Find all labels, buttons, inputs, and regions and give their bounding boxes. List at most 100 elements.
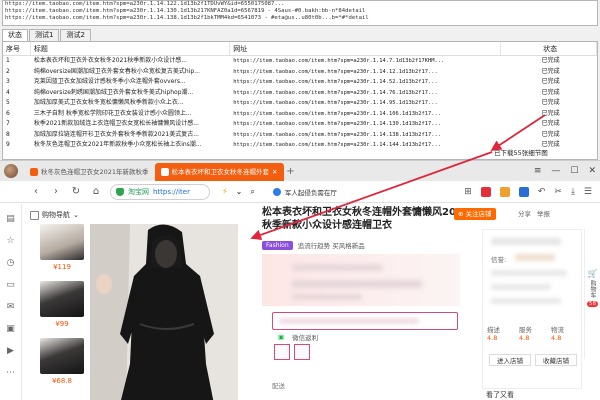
- address-bar[interactable]: 淘宝网 https://iter: [110, 183, 210, 200]
- star-icon[interactable]: ☆: [6, 236, 14, 246]
- row-title: 秋季2021新款加绒连上衣连帽卫衣女宽松长袖慵懒风设计感...: [33, 120, 199, 127]
- menu-dots-icon[interactable]: ☰: [584, 187, 592, 197]
- table-row[interactable]: 6 三木子自制 秋季宽松学院印花卫衣女装设计感小众圆领上... https://it…: [3, 109, 597, 120]
- product-main-image[interactable]: [90, 224, 238, 400]
- metric-label: 服务: [519, 326, 532, 334]
- close-icon[interactable]: ✕: [272, 163, 277, 181]
- news-ticker[interactable]: 军人起侵负需在厅: [272, 187, 337, 197]
- cart-count-badge: 58: [587, 301, 598, 307]
- results-table: 序号 标题 网址 状态 1 松本表衣坏和卫衣外衣女秋冬2021秋季新款小众设计感.…: [2, 41, 598, 160]
- grid-icon[interactable]: ⊞: [464, 187, 472, 197]
- row-index: 3: [6, 78, 10, 85]
- table-row[interactable]: 3 克莱因蓝卫衣女加绒设计感秋冬季小众连帽外套ovvers... https://i…: [3, 77, 597, 88]
- minimize-button[interactable]: —: [551, 166, 560, 176]
- row-status: 已完成: [541, 130, 560, 138]
- row-url: https://item.taobao.com/item.htm?spm=a23…: [233, 142, 441, 148]
- table-row[interactable]: 8 加绒加厚拉链连帽开衫卫衣女外套秋冬季新款2021美式复古... https://…: [3, 130, 597, 141]
- browser-tab-active[interactable]: 松本表衣坏和卫衣女秋冬连帽外套 ✕: [154, 163, 284, 181]
- site-brand-label: 淘宝网: [128, 187, 149, 196]
- menu-icon[interactable]: ≡: [534, 166, 542, 176]
- chevron-down-icon[interactable]: ⌄: [236, 187, 243, 196]
- scissors-icon[interactable]: ✂: [554, 187, 562, 197]
- tab-test2[interactable]: 测试2: [60, 29, 91, 41]
- new-tab-button[interactable]: +: [284, 166, 298, 177]
- row-status: 已完成: [541, 67, 560, 75]
- table-header: 序号 标题 网址 状态: [3, 42, 597, 56]
- undo-icon[interactable]: ↶: [538, 187, 546, 197]
- history-icon[interactable]: ◷: [7, 258, 15, 268]
- wechat-icon: ▣: [278, 333, 285, 341]
- recommend-thumbnail[interactable]: [40, 338, 84, 374]
- close-window-button[interactable]: ✕: [588, 166, 596, 176]
- download-icon[interactable]: ⤓: [571, 187, 575, 197]
- home-icon[interactable]: ⌂: [90, 186, 102, 197]
- note-icon[interactable]: ▭: [6, 280, 15, 290]
- extension-blue-icon[interactable]: [518, 186, 529, 197]
- favorite-shop-button[interactable]: 收藏店铺: [535, 354, 577, 366]
- back-icon[interactable]: ‹: [30, 186, 42, 197]
- sku-option[interactable]: [294, 344, 310, 360]
- lightning-icon[interactable]: ⚡: [222, 187, 228, 196]
- live-icon[interactable]: ▶: [7, 346, 14, 356]
- blurred-shop-detail: [491, 298, 561, 304]
- sku-option[interactable]: [274, 344, 290, 360]
- log-output: https://item.taobao.com/item.htm?spm=a23…: [2, 0, 598, 26]
- extension-red-icon[interactable]: [480, 186, 491, 197]
- metric-value: 4.8: [487, 334, 498, 342]
- fashion-trend-banner[interactable]: Fashion 追流行趋势 买风格新品: [262, 240, 365, 250]
- column-header-url[interactable]: 网址: [230, 42, 502, 55]
- table-row[interactable]: 7 秋季2021新款加绒连上衣连帽卫衣女宽松长袖慵懒风设计感... https://…: [3, 119, 597, 130]
- blurred-coupon-text: [279, 318, 419, 324]
- column-header-title[interactable]: 标题: [31, 42, 231, 55]
- report-link[interactable]: 举报: [537, 208, 550, 218]
- bag-icon: [30, 210, 39, 220]
- column-header-status[interactable]: 状态: [501, 42, 597, 55]
- mail-icon[interactable]: ✉: [7, 302, 15, 312]
- row-url: https://item.taobao.com/item.htm?spm=a23…: [233, 131, 441, 138]
- table-row[interactable]: 5 加绒加厚美式卫衣女秋冬宽松慵懒风秋季新款小众上衣... https://item…: [3, 98, 597, 109]
- recommend-thumbnail[interactable]: [40, 281, 84, 317]
- table-row[interactable]: 4 纯棉oversize刺绣国潮加绒卫衣外套女秋冬美式hiphop潮... http…: [3, 88, 597, 99]
- cart-sidebar[interactable]: 🛒 购物车 58: [584, 229, 600, 359]
- taobao-favicon-icon: [160, 168, 169, 176]
- log-line: https://item.taobao.com/item.htm?spm=a23…: [5, 8, 366, 14]
- news-text: 军人起侵负需在厅: [284, 188, 337, 197]
- row-title: 秋冬灰色连帽卫衣女2021年新款秋季小众宽松长袖上衣ins潮...: [33, 141, 202, 148]
- follow-shop-button[interactable]: ⊕ 关注店铺: [454, 208, 496, 220]
- metric-label: 物流: [551, 326, 564, 334]
- coupon-selector[interactable]: [272, 312, 458, 330]
- table-row[interactable]: 2 纯棉oversize国潮加绒卫衣外套女春秋小众宽松复古美式hip... http…: [3, 67, 597, 78]
- browser-tab[interactable]: 秋冬灰色连帽卫衣女2021年新款秋季: [24, 163, 155, 181]
- address-icons: ⚡ ⌄ ⌕: [222, 187, 255, 197]
- column-header-index[interactable]: 序号: [3, 42, 31, 55]
- avatar[interactable]: [4, 164, 18, 178]
- chevron-down-icon: ⌄: [73, 211, 79, 219]
- row-url: https://item.taobao.com/item.htm?spm=a23…: [233, 110, 441, 117]
- forward-icon[interactable]: ›: [50, 186, 62, 197]
- row-index: 9: [6, 141, 10, 148]
- shopping-guide[interactable]: 购物导航 ⌄: [30, 210, 79, 220]
- refresh-icon[interactable]: ↻: [70, 186, 82, 197]
- enter-shop-button[interactable]: 进入店铺: [489, 354, 531, 366]
- tab-status[interactable]: 状态: [2, 29, 28, 41]
- row-url: https://item.taobao.com/item.htm?spm=a23…: [233, 100, 438, 106]
- reader-icon[interactable]: ▤: [6, 214, 15, 224]
- wechat-label: 微信返利: [292, 334, 319, 342]
- wechat-rebate[interactable]: ▣ 微信返利: [278, 332, 318, 342]
- search-icon[interactable]: ⌕: [250, 187, 254, 197]
- row-title: 加绒加厚拉链连帽开衫卫衣女外套秋冬季新款2021美式复古...: [33, 130, 199, 138]
- tab-test1[interactable]: 测试1: [29, 29, 60, 41]
- row-status: 已完成: [541, 99, 560, 106]
- image-icon[interactable]: ▣: [6, 324, 15, 334]
- table-row[interactable]: 1 松本表衣坏和卫衣外衣女秋冬2021秋季新款小众设计感... https://it…: [3, 56, 597, 67]
- recommend-thumbnail[interactable]: [40, 224, 84, 260]
- metric-value: 4.8: [551, 334, 562, 342]
- maximize-button[interactable]: ☐: [570, 166, 578, 176]
- product-page: 购物导航 ⌄ ¥119 ¥99 ¥68.8 松本表衣坏和卫衣女秋冬连帽外套慵懒风…: [22, 204, 600, 400]
- extension-orange-icon[interactable]: [499, 186, 510, 197]
- credit-label: 信誉:: [491, 256, 507, 264]
- metric-value: 4.8: [519, 334, 530, 342]
- table-body: 1 松本表衣坏和卫衣外衣女秋冬2021秋季新款小众设计感... https://it…: [3, 56, 597, 151]
- share-link[interactable]: 分享: [518, 208, 531, 218]
- tools-icon[interactable]: ⋯: [6, 368, 15, 378]
